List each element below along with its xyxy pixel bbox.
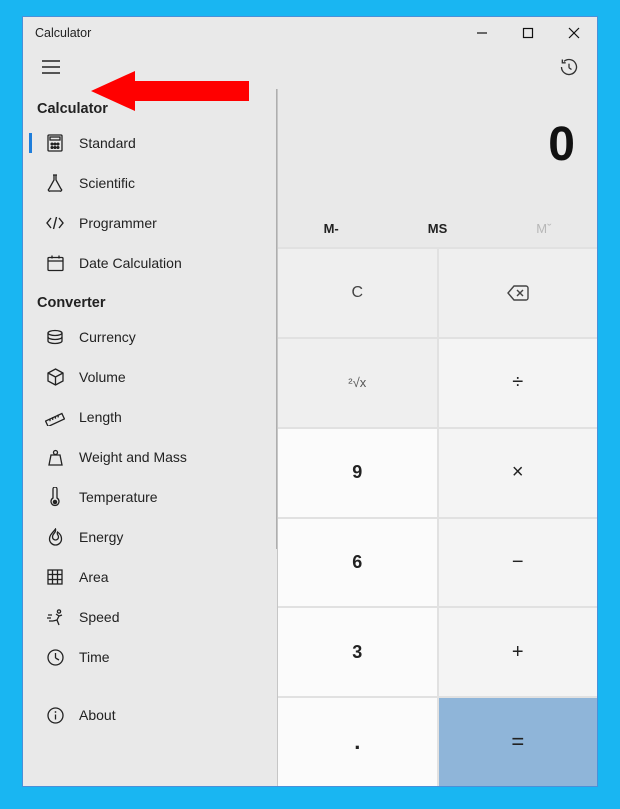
key-clear[interactable]: C xyxy=(278,249,437,337)
nav-item-speed[interactable]: Speed xyxy=(37,597,273,637)
nav-item-label: Date Calculation xyxy=(79,255,182,271)
nav-item-label: About xyxy=(79,707,116,723)
menu-button[interactable] xyxy=(31,49,71,89)
backspace-icon xyxy=(507,285,529,301)
nav-heading-converter: Converter xyxy=(37,295,273,311)
display: 0 xyxy=(278,89,597,209)
key-divide[interactable]: ÷ xyxy=(439,339,598,427)
calculator-window: Calculator xyxy=(22,16,598,787)
currency-icon xyxy=(45,329,65,345)
nav-item-programmer[interactable]: Programmer xyxy=(37,203,273,243)
key-multiply[interactable]: × xyxy=(439,429,598,517)
key-9[interactable]: 9 xyxy=(278,429,437,517)
code-icon xyxy=(45,216,65,230)
window-title: Calculator xyxy=(35,26,91,40)
nav-item-label: Volume xyxy=(79,369,126,385)
grid-icon xyxy=(45,569,65,585)
key-decimal[interactable]: . xyxy=(278,698,437,786)
history-icon xyxy=(559,57,579,82)
nav-item-label: Time xyxy=(79,649,110,665)
thermometer-icon xyxy=(45,487,65,507)
nav-item-label: Energy xyxy=(79,529,123,545)
key-minus[interactable]: − xyxy=(439,519,598,607)
minimize-button[interactable] xyxy=(459,17,505,49)
memory-more-button[interactable]: Mˇ xyxy=(491,221,597,236)
nav-item-label: Scientific xyxy=(79,175,135,191)
calendar-icon xyxy=(45,255,65,272)
memory-row: M- MS Mˇ xyxy=(278,209,597,247)
key-equals[interactable]: = xyxy=(439,698,598,786)
flask-icon xyxy=(45,174,65,192)
nav-item-label: Standard xyxy=(79,135,136,151)
speed-icon xyxy=(45,609,65,626)
nav-item-standard[interactable]: Standard xyxy=(37,123,273,163)
nav-panel: Calculator Standard Scientific xyxy=(23,89,278,786)
memory-store-button[interactable]: MS xyxy=(384,221,490,236)
key-backspace[interactable] xyxy=(439,249,598,337)
keypad: C ²√x ÷ 9 × 6 − 3 + . = xyxy=(278,247,597,786)
nav-item-label: Length xyxy=(79,409,122,425)
calculator-area: 0 M- MS Mˇ C ²√x ÷ 9 × xyxy=(278,89,597,786)
info-icon xyxy=(45,707,65,724)
key-6[interactable]: 6 xyxy=(278,519,437,607)
nav-item-volume[interactable]: Volume xyxy=(37,357,273,397)
nav-item-scientific[interactable]: Scientific xyxy=(37,163,273,203)
maximize-button[interactable] xyxy=(505,17,551,49)
weight-icon xyxy=(45,449,65,466)
key-plus[interactable]: + xyxy=(439,608,598,696)
nav-item-weight[interactable]: Weight and Mass xyxy=(37,437,273,477)
nav-heading-calculator: Calculator xyxy=(37,101,273,117)
nav-item-currency[interactable]: Currency xyxy=(37,317,273,357)
cube-icon xyxy=(45,368,65,386)
memory-minus-button[interactable]: M- xyxy=(278,221,384,236)
nav-item-about[interactable]: About xyxy=(37,695,273,735)
calculator-icon xyxy=(45,134,65,152)
nav-item-area[interactable]: Area xyxy=(37,557,273,597)
toolbar xyxy=(23,49,597,89)
key-3[interactable]: 3 xyxy=(278,608,437,696)
nav-item-label: Weight and Mass xyxy=(79,449,187,465)
nav-item-date-calculation[interactable]: Date Calculation xyxy=(37,243,273,283)
nav-item-label: Speed xyxy=(79,609,119,625)
nav-item-time[interactable]: Time xyxy=(37,637,273,677)
nav-item-length[interactable]: Length xyxy=(37,397,273,437)
ruler-icon xyxy=(45,408,65,426)
history-button[interactable] xyxy=(549,49,589,89)
flame-icon xyxy=(45,528,65,546)
nav-item-label: Temperature xyxy=(79,489,158,505)
clock-icon xyxy=(45,649,65,666)
nav-item-temperature[interactable]: Temperature xyxy=(37,477,273,517)
hamburger-icon xyxy=(42,60,60,79)
nav-item-energy[interactable]: Energy xyxy=(37,517,273,557)
close-button[interactable] xyxy=(551,17,597,49)
titlebar: Calculator xyxy=(23,17,597,49)
key-sqrt[interactable]: ²√x xyxy=(278,339,437,427)
nav-item-label: Programmer xyxy=(79,215,157,231)
nav-item-label: Currency xyxy=(79,329,136,345)
nav-item-label: Area xyxy=(79,569,109,585)
